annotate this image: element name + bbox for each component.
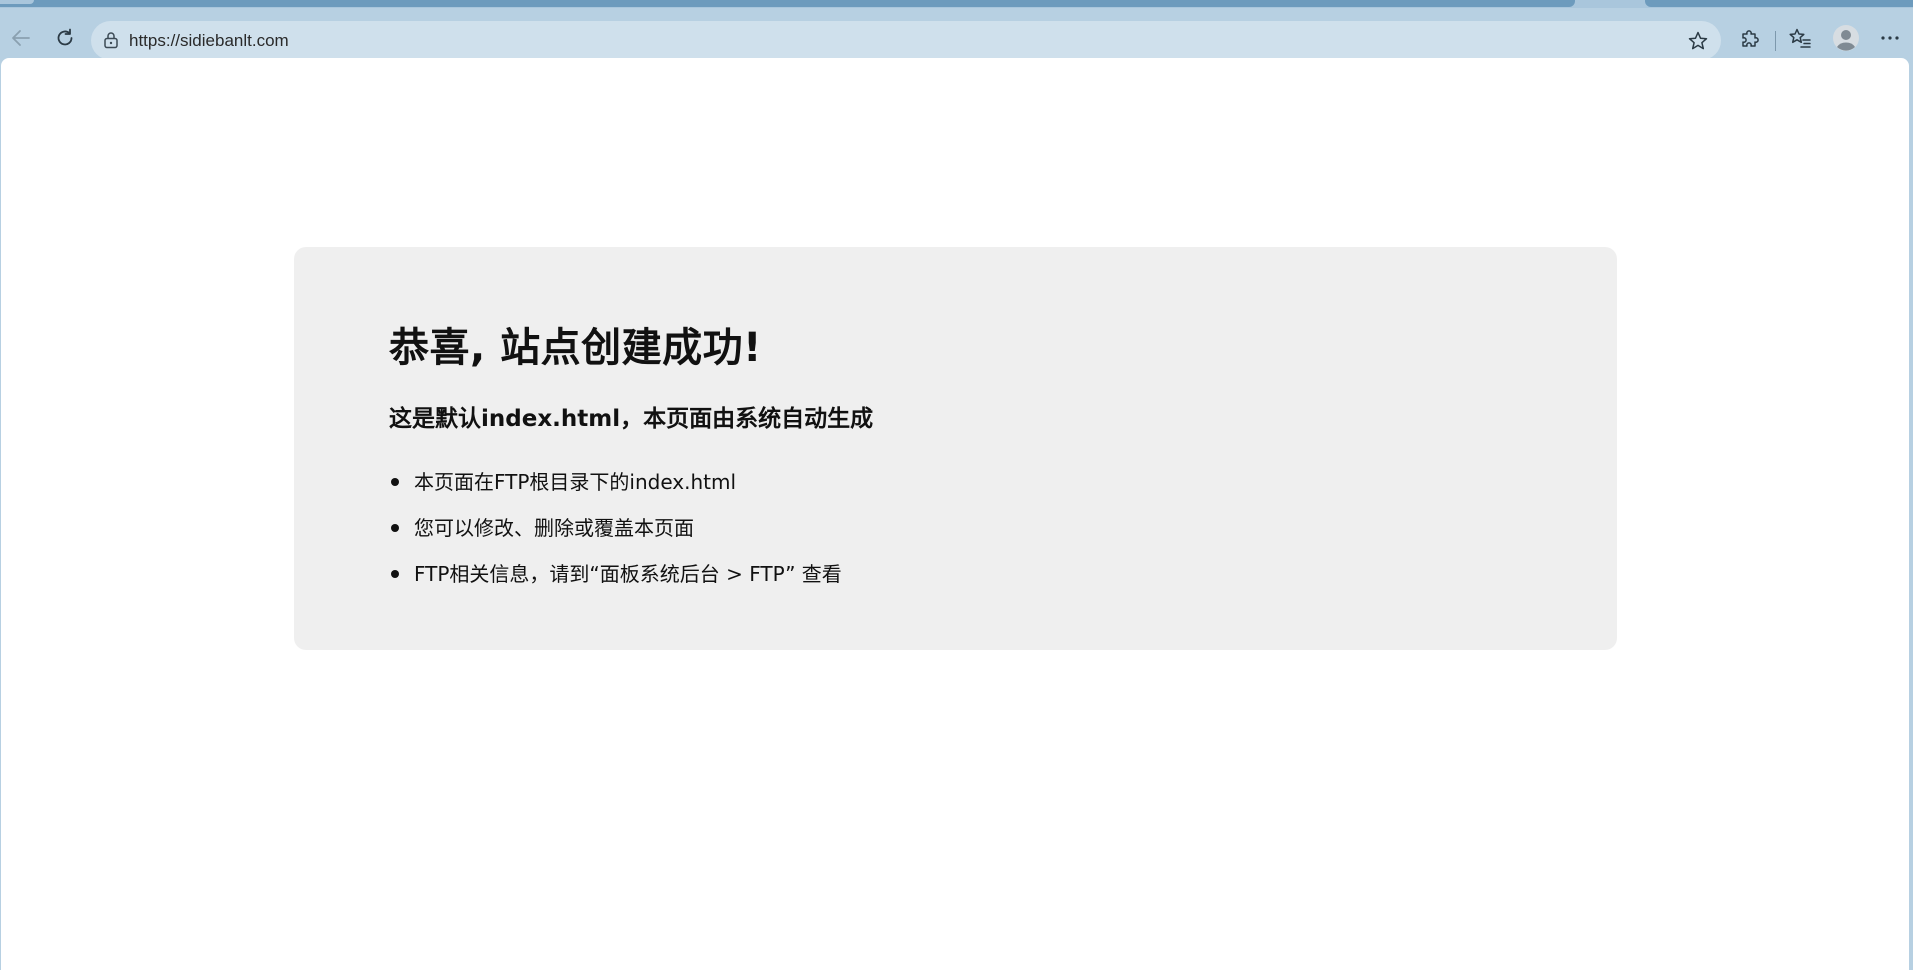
list-item: FTP相关信息，请到“面板系统后台 > FTP” 查看 bbox=[389, 551, 842, 597]
bullet-icon bbox=[391, 570, 399, 578]
reload-button[interactable] bbox=[48, 21, 82, 55]
extensions-button[interactable] bbox=[1733, 21, 1767, 55]
page-title: 恭喜, 站点创建成功! bbox=[389, 325, 762, 371]
list-item-text: 您可以修改、删除或覆盖本页面 bbox=[414, 516, 694, 540]
active-tab[interactable] bbox=[0, 0, 1575, 7]
menu-button[interactable] bbox=[1873, 21, 1907, 55]
info-list: 本页面在FTP根目录下的index.html 您可以修改、删除或覆盖本页面 FT… bbox=[389, 459, 842, 597]
bullet-icon bbox=[391, 524, 399, 532]
back-arrow-icon bbox=[12, 30, 30, 46]
avatar-icon bbox=[1833, 25, 1859, 51]
list-item-text: FTP相关信息，请到“面板系统后台 > FTP” 查看 bbox=[414, 562, 842, 586]
favorites-list-icon bbox=[1789, 28, 1811, 48]
browser-toolbar: https://sidiebanlt.com bbox=[0, 8, 1913, 60]
address-bar[interactable]: https://sidiebanlt.com bbox=[91, 21, 1721, 60]
tab-strip bbox=[0, 0, 1913, 8]
list-item: 本页面在FTP根目录下的index.html bbox=[389, 459, 842, 505]
puzzle-icon bbox=[1742, 30, 1759, 47]
page-subtitle: 这是默认index.html，本页面由系统自动生成 bbox=[389, 406, 874, 432]
tab-pill bbox=[0, 0, 34, 4]
more-icon bbox=[1881, 36, 1899, 40]
toolbar-separator bbox=[1775, 31, 1776, 51]
page-viewport: 恭喜, 站点创建成功! 这是默认index.html，本页面由系统自动生成 本页… bbox=[1, 58, 1909, 970]
url-text[interactable]: https://sidiebanlt.com bbox=[129, 21, 289, 60]
list-item: 您可以修改、删除或覆盖本页面 bbox=[389, 505, 842, 551]
welcome-card: 恭喜, 站点创建成功! 这是默认index.html，本页面由系统自动生成 本页… bbox=[294, 247, 1617, 650]
reload-icon bbox=[57, 28, 73, 46]
profile-button[interactable] bbox=[1829, 21, 1863, 55]
lock-icon[interactable] bbox=[101, 30, 121, 50]
star-icon[interactable] bbox=[1687, 30, 1709, 52]
bullet-icon bbox=[391, 478, 399, 486]
list-item-text: 本页面在FTP根目录下的index.html bbox=[414, 470, 737, 494]
favorites-button[interactable] bbox=[1783, 21, 1817, 55]
tab-strip-right bbox=[1645, 0, 1913, 7]
back-button[interactable] bbox=[4, 21, 38, 55]
